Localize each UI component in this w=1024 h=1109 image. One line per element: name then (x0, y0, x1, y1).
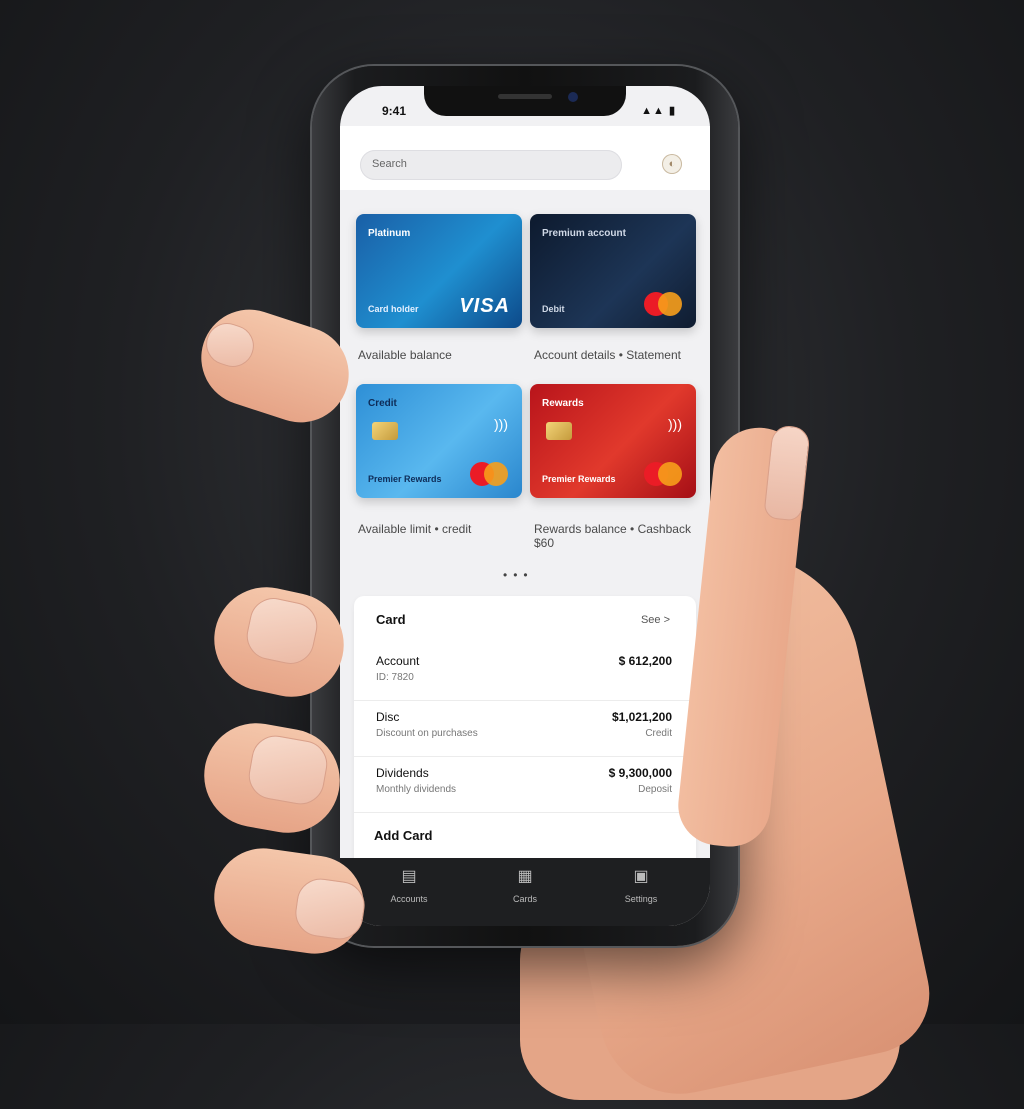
card-label: Available limit • credit (358, 522, 472, 536)
card-label: Account details • Statement (534, 348, 681, 362)
card-list-panel: Card See > Account ID: 7820 $ 612,200 Di… (354, 596, 696, 896)
tab-settings[interactable]: ▣ Settings (596, 866, 686, 904)
phone-screen: 9:41 ▲▲ ▮ Search ◐ Platinum Card holder … (340, 86, 710, 926)
mastercard-logo (644, 292, 686, 316)
speaker (498, 94, 552, 99)
list-item[interactable]: Dividends Monthly dividends $ 9,300,000 … (354, 758, 696, 813)
profile-icon[interactable]: ◐ (662, 154, 682, 174)
notch (424, 86, 626, 116)
card-type: Debit (542, 304, 565, 314)
contactless-icon: ))) (494, 416, 508, 432)
camera (568, 92, 578, 102)
settings-icon: ▣ (633, 868, 649, 885)
chip-icon (372, 422, 398, 440)
card-label: Available balance (358, 348, 452, 362)
see-all-link[interactable]: See > (641, 614, 670, 626)
card-type: Premier Rewards (368, 474, 442, 484)
row-sub: ID: 7820 (376, 672, 414, 683)
row-sub: Discount on purchases (376, 728, 478, 739)
row-name: Account (376, 654, 420, 668)
card-holder: Card holder (368, 304, 419, 314)
card-title: Credit (368, 398, 397, 409)
row-value-sub: Deposit (638, 784, 672, 795)
list-item[interactable]: Account ID: 7820 $ 612,200 (354, 646, 696, 701)
row-name: Dividends (376, 766, 429, 780)
card-type: Premier Rewards (542, 474, 616, 484)
tab-bar: ▤ Accounts ▦ Cards ▣ Settings (340, 858, 710, 926)
card-credit[interactable]: Credit ))) Premier Rewards (356, 384, 522, 498)
card-icon: ▦ (517, 868, 533, 885)
tab-label: Settings (624, 894, 658, 904)
list-item[interactable]: Disc Discount on purchases $1,021,200 Cr… (354, 702, 696, 757)
card-title: Premium account (542, 228, 626, 239)
search-input[interactable]: Search (360, 150, 622, 180)
card-rewards[interactable]: Rewards ))) Premier Rewards (530, 384, 696, 498)
signal-icon: ▲▲ ▮ (641, 105, 676, 117)
tab-label: Accounts (390, 894, 428, 904)
card-label: Rewards balance • Cashback $60 (534, 522, 691, 550)
header: Search ◐ (340, 126, 710, 190)
row-value: $ 9,300,000 (608, 766, 672, 780)
tab-cards[interactable]: ▦ Cards (480, 866, 570, 904)
card-title: Rewards (542, 398, 584, 409)
mastercard-logo (644, 462, 686, 486)
row-value-sub: Credit (645, 728, 672, 739)
status-time: 9:41 (382, 104, 407, 118)
panel-title: Card (376, 612, 406, 627)
row-sub: Monthly dividends (376, 784, 457, 795)
row-value: $1,021,200 (611, 710, 672, 724)
chip-icon (546, 422, 572, 440)
add-card-heading[interactable]: Add Card (374, 828, 433, 843)
wallet-icon: ▤ (401, 868, 417, 885)
card-premium[interactable]: Premium account Debit (530, 214, 696, 328)
row-name: Disc (376, 710, 400, 724)
contactless-icon: ))) (668, 416, 682, 432)
mastercard-logo (470, 462, 512, 486)
visa-logo: VISA (459, 295, 510, 317)
card-visa[interactable]: Platinum Card holder VISA (356, 214, 522, 328)
tab-accounts[interactable]: ▤ Accounts (364, 866, 454, 904)
row-value: $ 612,200 (618, 654, 672, 668)
card-title: Platinum (368, 228, 411, 239)
tab-label: Cards (512, 894, 537, 904)
pager-dots[interactable]: ••• (503, 568, 534, 582)
search-placeholder: Search (372, 158, 407, 170)
